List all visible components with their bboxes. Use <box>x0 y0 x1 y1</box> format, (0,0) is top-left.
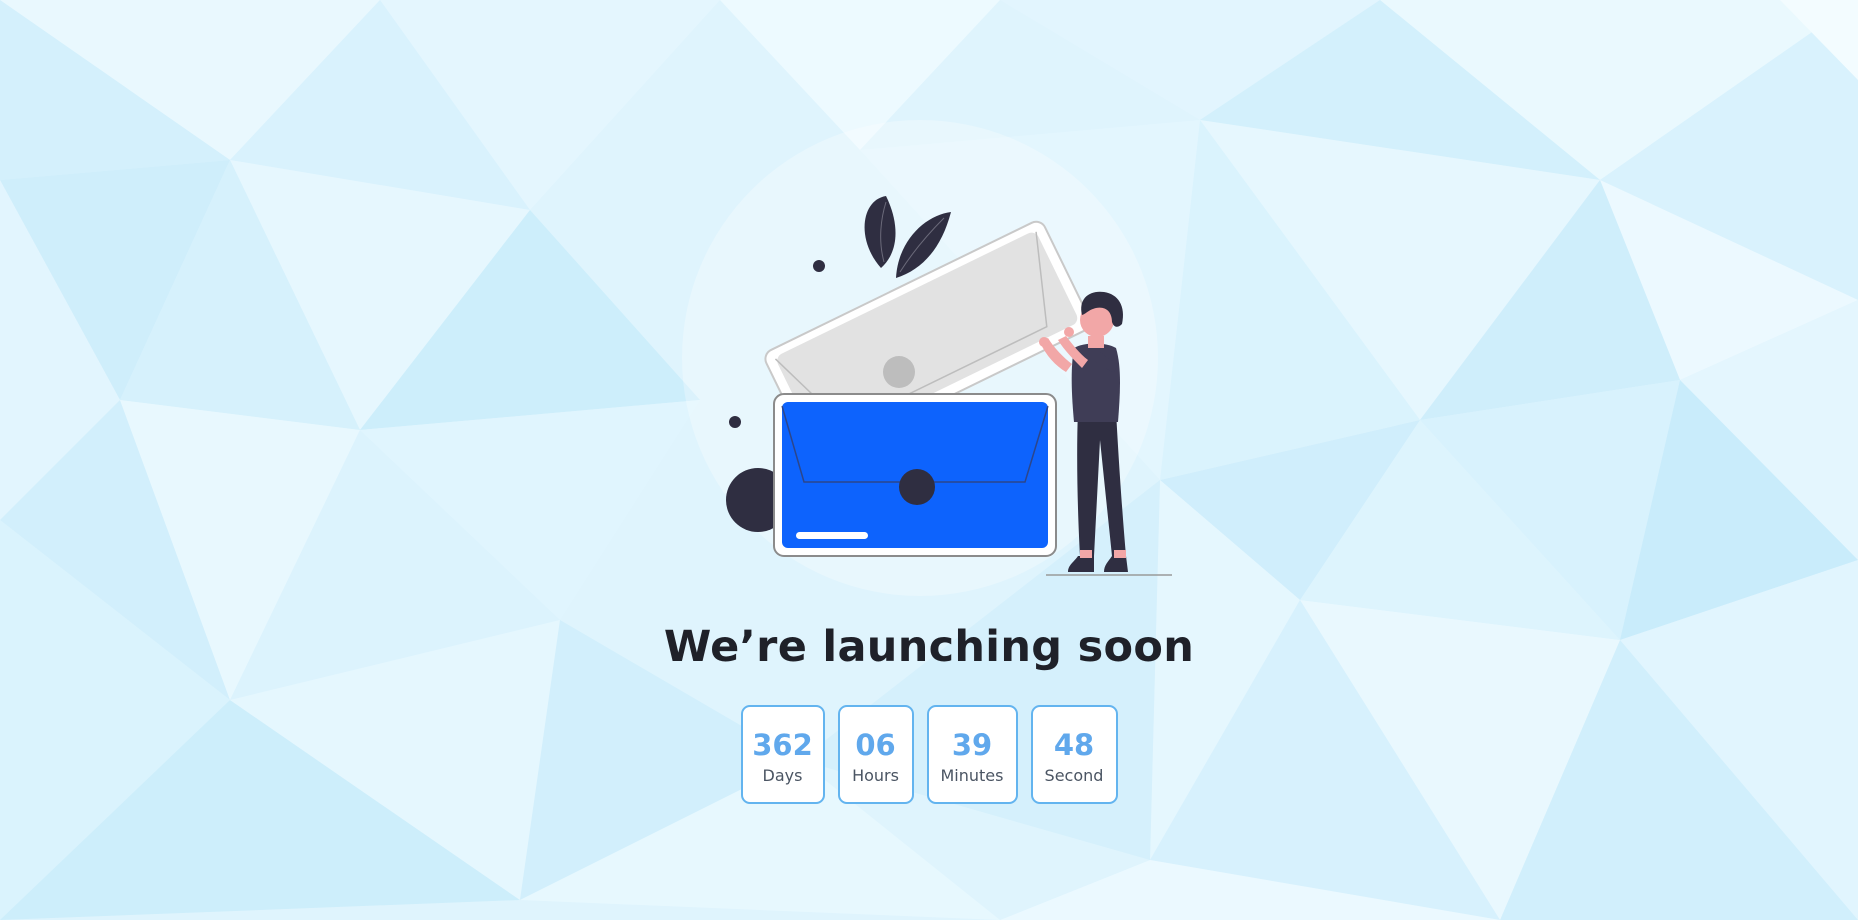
countdown-hours-label: Hours <box>852 766 899 785</box>
countdown-seconds-value: 48 <box>1053 728 1095 762</box>
leaf-icon <box>864 196 896 268</box>
countdown-hours: 06 Hours <box>837 705 914 804</box>
countdown-seconds: 48 Second <box>1030 705 1118 804</box>
coming-soon-page: We’re launching soon 362 Days 06 Hours 3… <box>0 0 1858 920</box>
countdown-days-value: 362 <box>752 728 813 762</box>
countdown-seconds-label: Second <box>1044 766 1104 785</box>
dot-left <box>729 416 741 428</box>
countdown-minutes-label: Minutes <box>940 766 1004 785</box>
countdown-hours-value: 06 <box>855 728 896 762</box>
countdown-days-label: Days <box>762 766 803 785</box>
page-title: We’re launching soon <box>663 622 1195 672</box>
countdown-timer: 362 Days 06 Hours 39 Minutes 48 Second <box>0 705 1858 804</box>
envelope-person-illustration <box>726 196 1172 576</box>
dot-top <box>813 260 825 272</box>
countdown-minutes: 39 Minutes <box>926 705 1018 804</box>
countdown-minutes-value: 39 <box>951 728 993 762</box>
countdown-days: 362 Days <box>740 705 825 804</box>
